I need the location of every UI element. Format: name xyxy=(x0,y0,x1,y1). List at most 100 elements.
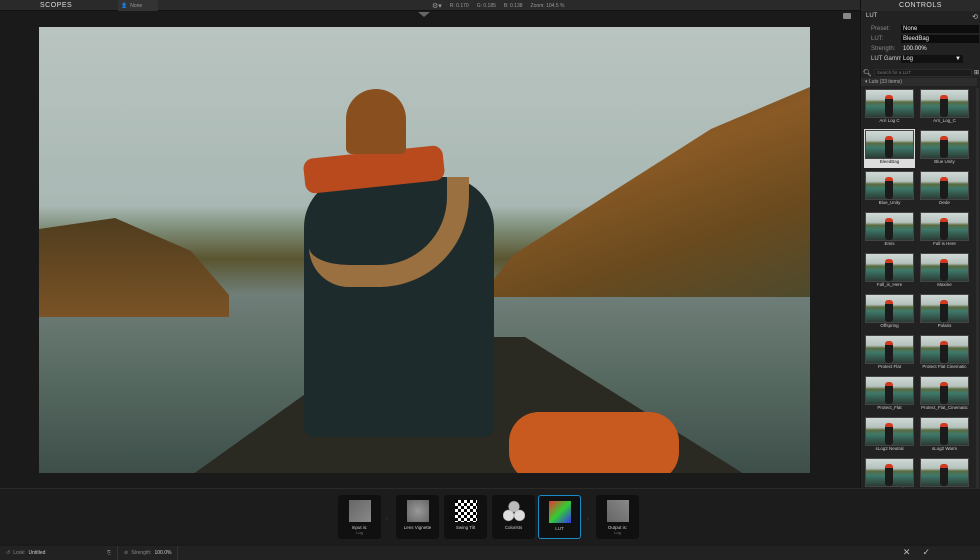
collapse-arrow-icon[interactable] xyxy=(418,12,430,17)
gamma-label: LUT Gamma: xyxy=(871,56,907,62)
lut-name: Maxine xyxy=(937,282,952,287)
lut-thumbnail xyxy=(865,294,914,323)
apply-icon[interactable]: ✓ xyxy=(922,547,930,558)
cancel-icon[interactable]: ✕ xyxy=(903,547,911,558)
photo-trees xyxy=(480,87,810,297)
color-wheels-icon xyxy=(502,500,525,522)
group-label: Luts (33 items) xyxy=(868,79,902,85)
look-name[interactable]: Untitled xyxy=(28,550,45,556)
lut-search-input[interactable] xyxy=(873,68,972,77)
lut-tile[interactable]: Dede xyxy=(919,170,970,209)
lut-name: Emis xyxy=(884,241,895,246)
node-output[interactable]: Output is: Log xyxy=(596,495,639,539)
lut-thumbnail xyxy=(920,458,969,487)
lut-name: Fall is Here xyxy=(933,241,956,246)
node-input[interactable]: Input is: Log xyxy=(338,495,381,539)
scrollbar[interactable] xyxy=(976,88,979,488)
lut-name: Protect Flat Cinematic xyxy=(922,364,967,369)
lut-name: Fall_is_Here xyxy=(876,282,903,287)
strength-label: Strength: xyxy=(871,46,896,52)
red-readout: R: 0.170 xyxy=(449,3,469,9)
strength-value[interactable]: 100.00% xyxy=(901,45,979,53)
gear-icon[interactable]: ⚙▾ xyxy=(432,2,442,10)
lut-thumbnail xyxy=(865,130,914,159)
reset-icon[interactable]: ⟲ xyxy=(972,13,978,21)
lut-tile[interactable]: Fall_is_Here xyxy=(864,252,915,291)
lut-tile[interactable]: Polaris xyxy=(919,293,970,332)
undo-icon[interactable]: ↺ xyxy=(6,550,10,556)
lut-grid: Arri Log C Arri_Log_C BleedBag Blue Unity Bl… xyxy=(864,88,974,496)
image-preview[interactable] xyxy=(39,27,810,473)
lut-thumbnail xyxy=(920,417,969,446)
top-bar: SCOPES 👤 None ⚙▾ R: 0.170 G: 0.185 B: 0.1… xyxy=(0,0,860,11)
camera-icon[interactable] xyxy=(843,13,851,19)
lut-thumbnail xyxy=(920,294,969,323)
lut-name: Arri Log C xyxy=(879,118,900,123)
disable-icon[interactable]: ⊘ xyxy=(124,550,128,556)
lut-label: LUT: xyxy=(871,36,884,42)
preset-field[interactable]: None xyxy=(901,25,979,33)
lut-group-header[interactable]: ▾ Luts (33 items) xyxy=(861,78,977,86)
lut-tile[interactable]: Blue_Unity xyxy=(864,170,915,209)
lut-thumbnail xyxy=(920,130,969,159)
node-swing-tilt[interactable]: Swing Tilt xyxy=(444,495,487,539)
lut-tile[interactable]: sLog2 Warm xyxy=(919,416,970,455)
lut-tile[interactable]: Maxine xyxy=(919,252,970,291)
lut-thumbnail xyxy=(865,89,914,118)
preset-label: Preset: xyxy=(871,26,891,32)
photo-float xyxy=(509,412,679,473)
gamma-select[interactable]: Log ▼ xyxy=(901,55,963,63)
node-lut[interactable]: LUT xyxy=(538,495,581,539)
lut-thumbnail xyxy=(920,376,969,405)
node-sub: Log xyxy=(614,530,621,535)
lut-tile[interactable]: sLog2 Neutral xyxy=(864,416,915,455)
add-icon[interactable]: ⊞ xyxy=(974,69,979,76)
node-lens-vignette[interactable]: Lens Vignette xyxy=(396,495,439,539)
lut-tile[interactable]: Blue Unity xyxy=(919,129,970,168)
lut-name: Blue Unity xyxy=(934,159,955,164)
lut-thumbnail xyxy=(920,171,969,200)
lut-thumbnail xyxy=(920,335,969,364)
controls-panel: CONTROLS LUT ⟲ Preset: None LUT: BleedBag … xyxy=(860,0,980,492)
section-title: LUT xyxy=(866,13,878,19)
green-readout: G: 0.185 xyxy=(476,3,496,9)
lut-tile[interactable]: Arri Log C xyxy=(864,88,915,127)
lut-name: sLog2 Warm xyxy=(931,446,958,451)
photo-hat xyxy=(346,89,406,154)
lut-name: BleedBag xyxy=(879,159,900,164)
lut-tile[interactable]: Protect_Flat_Cinematic xyxy=(919,375,970,414)
lut-tile[interactable]: Protect Flat Cinematic xyxy=(919,334,970,373)
lut-tile[interactable]: Emis xyxy=(864,211,915,250)
lut-field[interactable]: BleedBag xyxy=(901,35,979,43)
lut-thumbnail xyxy=(865,171,914,200)
separator: › xyxy=(587,516,589,522)
gamma-value: Log xyxy=(903,56,914,62)
display-selector[interactable]: 👤 None xyxy=(118,0,158,11)
separator: › xyxy=(386,516,388,522)
strength-value[interactable]: 100.0% xyxy=(155,550,172,556)
look-label: Look: xyxy=(13,550,26,556)
lut-tile[interactable]: Fall is Here xyxy=(919,211,970,250)
lut-tile[interactable]: Arri_Log_C xyxy=(919,88,970,127)
lut-tile[interactable]: Protect Flat xyxy=(864,334,915,373)
save-look-icon[interactable]: ⎘ xyxy=(107,550,111,556)
lut-thumbnail xyxy=(920,89,969,118)
scopes-title: SCOPES xyxy=(40,2,73,9)
node-colorists[interactable]: Colorists xyxy=(492,495,535,539)
lut-thumbnail xyxy=(865,417,914,446)
lut-tile[interactable]: Protect_Flat xyxy=(864,375,915,414)
zoom-readout: Zoom: 104.5 % xyxy=(530,3,565,9)
lut-tile[interactable]: BleedBag xyxy=(864,129,915,168)
curve-icon xyxy=(606,500,629,522)
photo-trees-left xyxy=(39,218,229,317)
lut-thumbnail xyxy=(920,253,969,282)
node-label: LUT xyxy=(555,526,564,531)
lut-name: Protect Flat xyxy=(877,364,901,369)
node-label: Colorists xyxy=(504,525,523,530)
lut-tile[interactable]: Offspring xyxy=(864,293,915,332)
lut-name: Blue_Unity xyxy=(878,200,901,205)
lut-name: Arri_Log_C xyxy=(933,118,956,123)
node-label: Swing Tilt xyxy=(455,525,476,530)
lut-thumbnail xyxy=(865,376,914,405)
search-icon: 🔍︎ xyxy=(863,69,872,77)
